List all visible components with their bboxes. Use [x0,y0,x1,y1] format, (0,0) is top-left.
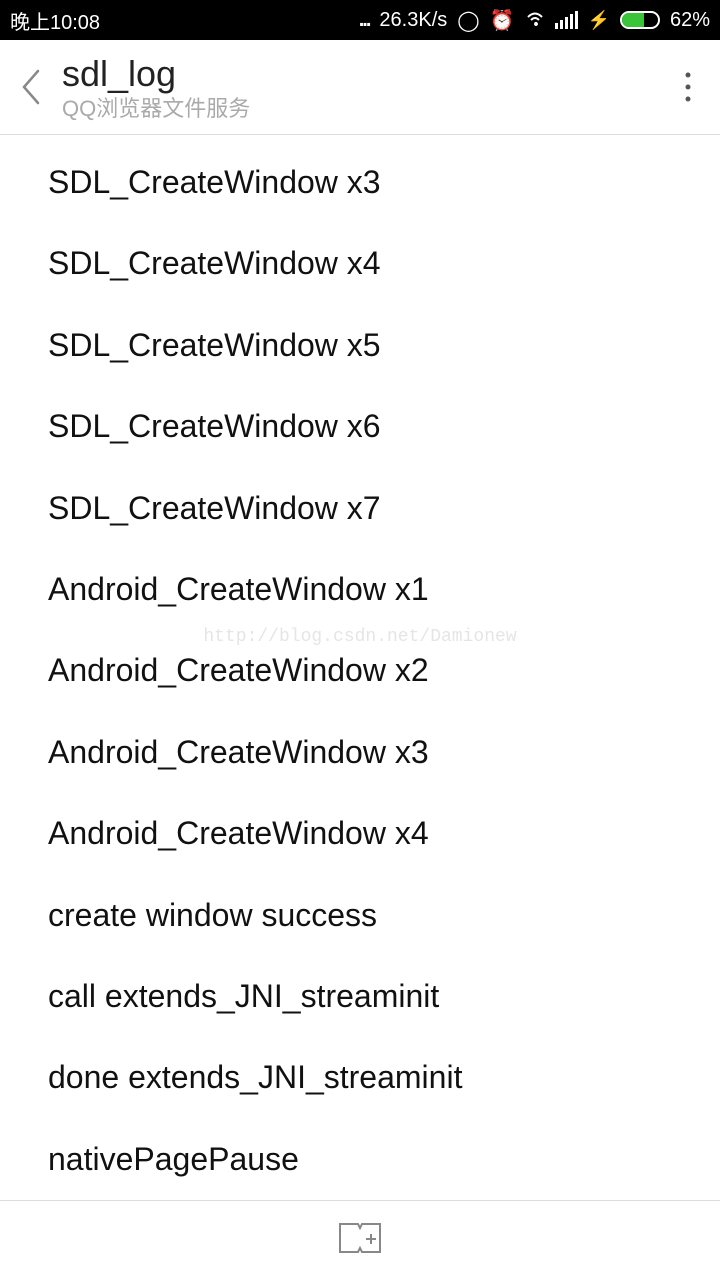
battery-percent: 62% [670,9,710,32]
log-line: call extends_JNI_streaminit [48,977,672,1015]
book-add-icon [336,1218,384,1258]
status-bar: 晚上10:08 ... 26.3K/s ◯ ⏰ ⚡ 62% [0,0,720,40]
charging-icon: ⚡ [588,10,610,31]
log-line: done extends_JNI_streaminit [48,1058,672,1096]
add-to-shelf-button[interactable] [336,1218,384,1263]
log-line: SDL_CreateWindow x4 [48,244,672,282]
log-line: Android_CreateWindow x2 [48,651,672,689]
status-right: ... 26.3K/s ◯ ⏰ ⚡ 62% [359,8,710,33]
chevron-left-icon [18,67,44,107]
log-line: SDL_CreateWindow x7 [48,489,672,527]
log-line: SDL_CreateWindow x6 [48,407,672,445]
wifi-icon [525,9,545,32]
status-left: 晚上10:08 [10,6,100,35]
network-speed: 26.3K/s [379,9,447,32]
log-line: create window success [48,896,672,934]
back-button[interactable] [6,57,56,117]
more-vertical-icon [684,70,692,104]
page-title: sdl_log [62,53,668,94]
page-subtitle: QQ浏览器文件服务 [62,96,668,121]
signal-icon [555,11,578,29]
status-time: 晚上10:08 [10,6,100,35]
log-content[interactable]: SDL_CreateWindow x3 SDL_CreateWindow x4 … [0,135,720,1199]
bottom-toolbar [0,1200,720,1280]
timer-icon: ◯ [457,8,479,33]
alarm-icon: ⏰ [490,8,515,33]
title-block: sdl_log QQ浏览器文件服务 [62,53,668,122]
app-header: sdl_log QQ浏览器文件服务 [0,40,720,135]
more-dots-icon: ... [359,9,370,32]
battery-icon [620,11,660,29]
log-line: SDL_CreateWindow x5 [48,326,672,364]
log-line: Android_CreateWindow x1 [48,570,672,608]
overflow-menu-button[interactable] [668,57,708,117]
log-line: SDL_CreateWindow x3 [48,163,672,201]
log-line: Android_CreateWindow x3 [48,733,672,771]
log-line: Android_CreateWindow x4 [48,814,672,852]
log-line: nativePagePause [48,1140,672,1178]
